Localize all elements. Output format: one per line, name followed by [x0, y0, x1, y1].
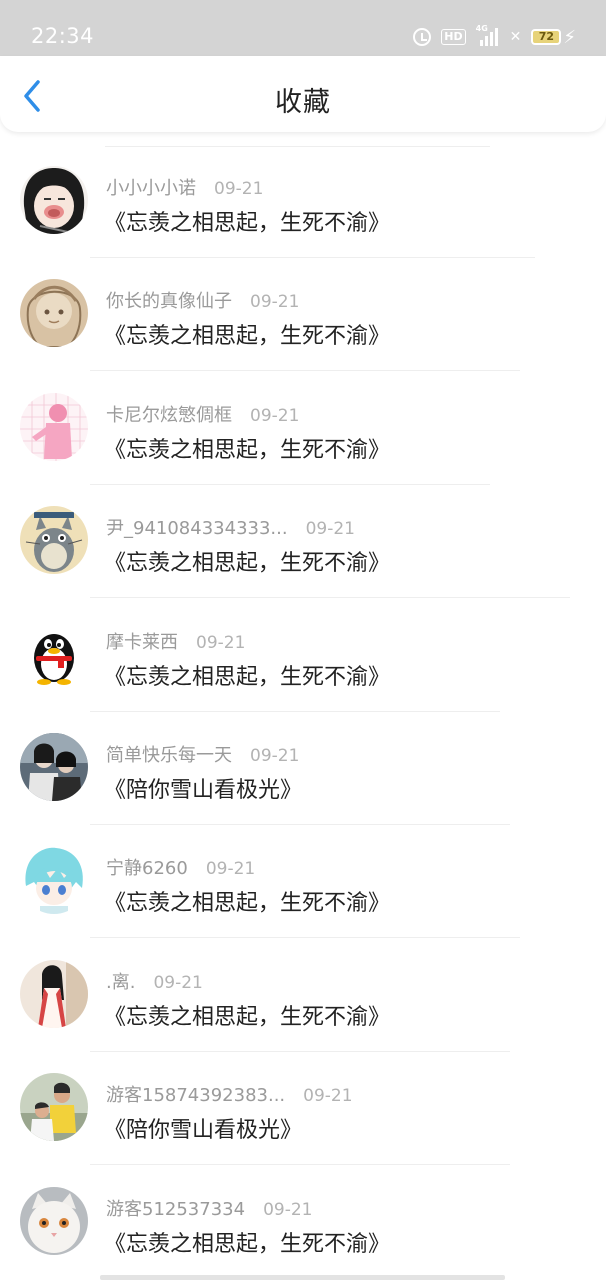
- story-title[interactable]: 《忘羡之相思起，生死不渝》: [104, 432, 390, 464]
- story-title[interactable]: 《忘羡之相思起，生死不渝》: [104, 885, 390, 917]
- date: 09-21: [263, 1199, 313, 1220]
- anime-girl-avatar[interactable]: [20, 166, 88, 234]
- item-meta: .离. 09-21: [106, 968, 203, 994]
- list-item[interactable]: 简单快乐每一天 09-21 《陪你雪山看极光》: [0, 699, 606, 825]
- date: 09-21: [250, 292, 300, 313]
- white-cat-avatar[interactable]: [20, 1186, 88, 1255]
- status-icons: HD 4G ✕ 72 ⚡: [413, 24, 576, 48]
- list-item[interactable]: 你长的真像仙子 09-21 《忘羡之相思起，生死不渝》: [0, 245, 606, 372]
- list-item[interactable]: 宁静6260 09-21 《忘羡之相思起，生死不渝》: [0, 812, 606, 939]
- date: 09-21: [250, 405, 300, 426]
- nickname: 宁静6260: [106, 858, 188, 880]
- qq-penguin-avatar[interactable]: [20, 619, 88, 688]
- story-title[interactable]: 《忘羡之相思起，生死不渝》: [104, 205, 390, 237]
- list-item[interactable]: 摩卡莱西 09-21 《忘羡之相思起，生死不渝》: [0, 586, 606, 712]
- totoro-avatar[interactable]: [20, 506, 88, 575]
- date: 09-21: [196, 632, 246, 653]
- story-title[interactable]: 《忘羡之相思起，生死不渝》: [104, 659, 390, 691]
- item-meta: 小小小小诺 09-21: [106, 174, 263, 200]
- alarm-icon: [413, 28, 432, 46]
- item-meta: 游客15874392383... 09-21: [106, 1081, 353, 1107]
- nickname: 卡尼尔炫慜倜框: [106, 404, 232, 426]
- nickname: .离.: [106, 971, 136, 993]
- item-meta: 卡尼尔炫慜倜框 09-21: [106, 401, 299, 427]
- date: 09-21: [305, 519, 355, 540]
- nickname: 简单快乐每一天: [106, 745, 232, 766]
- nickname: 游客15874392383...: [106, 1085, 286, 1107]
- story-title[interactable]: 《陪你雪山看极光》: [104, 1112, 302, 1144]
- list-item[interactable]: 卡尼尔炫慜倜框 09-21 《忘羡之相思起，生死不渝》: [0, 359, 606, 485]
- status-time: 22:34: [31, 24, 95, 48]
- signal-icon: 4G: [476, 24, 500, 46]
- list-item[interactable]: 小小小小诺 09-21 《忘羡之相思起，生死不渝》: [0, 132, 606, 258]
- date: 09-21: [250, 746, 300, 766]
- story-title[interactable]: 《陪你雪山看极光》: [104, 772, 302, 804]
- nickname: 尹_941084334333...: [106, 518, 288, 540]
- hd-icon: HD: [441, 29, 466, 45]
- list-item[interactable]: 尹_941084334333... 09-21 《忘羡之相思起，生死不渝》: [0, 472, 606, 599]
- scroll-indicator: [100, 1275, 505, 1280]
- item-meta: 游客512537334 09-21: [106, 1195, 312, 1221]
- story-title[interactable]: 《忘羡之相思起，生死不渝》: [104, 999, 390, 1031]
- status-bar: 22:34 HD 4G ✕ 72 ⚡: [0, 0, 606, 56]
- list-item[interactable]: .离. 09-21 《忘羡之相思起，生死不渝》: [0, 926, 606, 1052]
- costume-duo-avatar[interactable]: [20, 733, 88, 801]
- item-meta: 摩卡莱西 09-21: [106, 628, 245, 654]
- story-title[interactable]: 《忘羡之相思起，生死不渝》: [104, 545, 390, 577]
- pink-figure-avatar[interactable]: [20, 392, 88, 461]
- sketch-avatar[interactable]: [20, 279, 88, 348]
- story-title[interactable]: 《忘羡之相思起，生死不渝》: [104, 318, 390, 350]
- nickname: 游客512537334: [106, 1198, 246, 1220]
- date: 09-21: [214, 179, 264, 199]
- date: 09-21: [153, 972, 203, 993]
- date: 09-21: [205, 859, 256, 880]
- item-meta: 你长的真像仙子 09-21: [106, 287, 299, 313]
- page-title: 收藏: [275, 87, 331, 118]
- item-meta: 尹_941084334333... 09-21: [106, 514, 355, 540]
- nickname: 小小小小诺: [106, 178, 196, 199]
- girl-red-dress-avatar[interactable]: [20, 959, 88, 1028]
- list-item[interactable]: 游客512537334 09-21 《忘羡之相思起，生死不渝》: [0, 1153, 606, 1266]
- date: 09-21: [303, 1086, 353, 1107]
- list-item[interactable]: 游客15874392383... 09-21 《陪你雪山看极光》: [0, 1039, 606, 1166]
- nickname: 你长的真像仙子: [106, 291, 232, 313]
- wifi-off-icon: ✕: [509, 29, 522, 45]
- item-meta: 简单快乐每一天 09-21: [106, 741, 299, 767]
- item-meta: 宁静6260 09-21: [106, 854, 255, 880]
- nickname: 摩卡莱西: [106, 631, 178, 653]
- charging-bolt-icon: ⚡: [563, 26, 576, 48]
- header: 收藏: [0, 56, 606, 132]
- anime-boy-avatar[interactable]: [20, 846, 88, 915]
- kids-photo-avatar[interactable]: [20, 1073, 88, 1142]
- battery-icon: 72: [531, 29, 562, 45]
- story-title[interactable]: 《忘羡之相思起，生死不渝》: [104, 1226, 390, 1258]
